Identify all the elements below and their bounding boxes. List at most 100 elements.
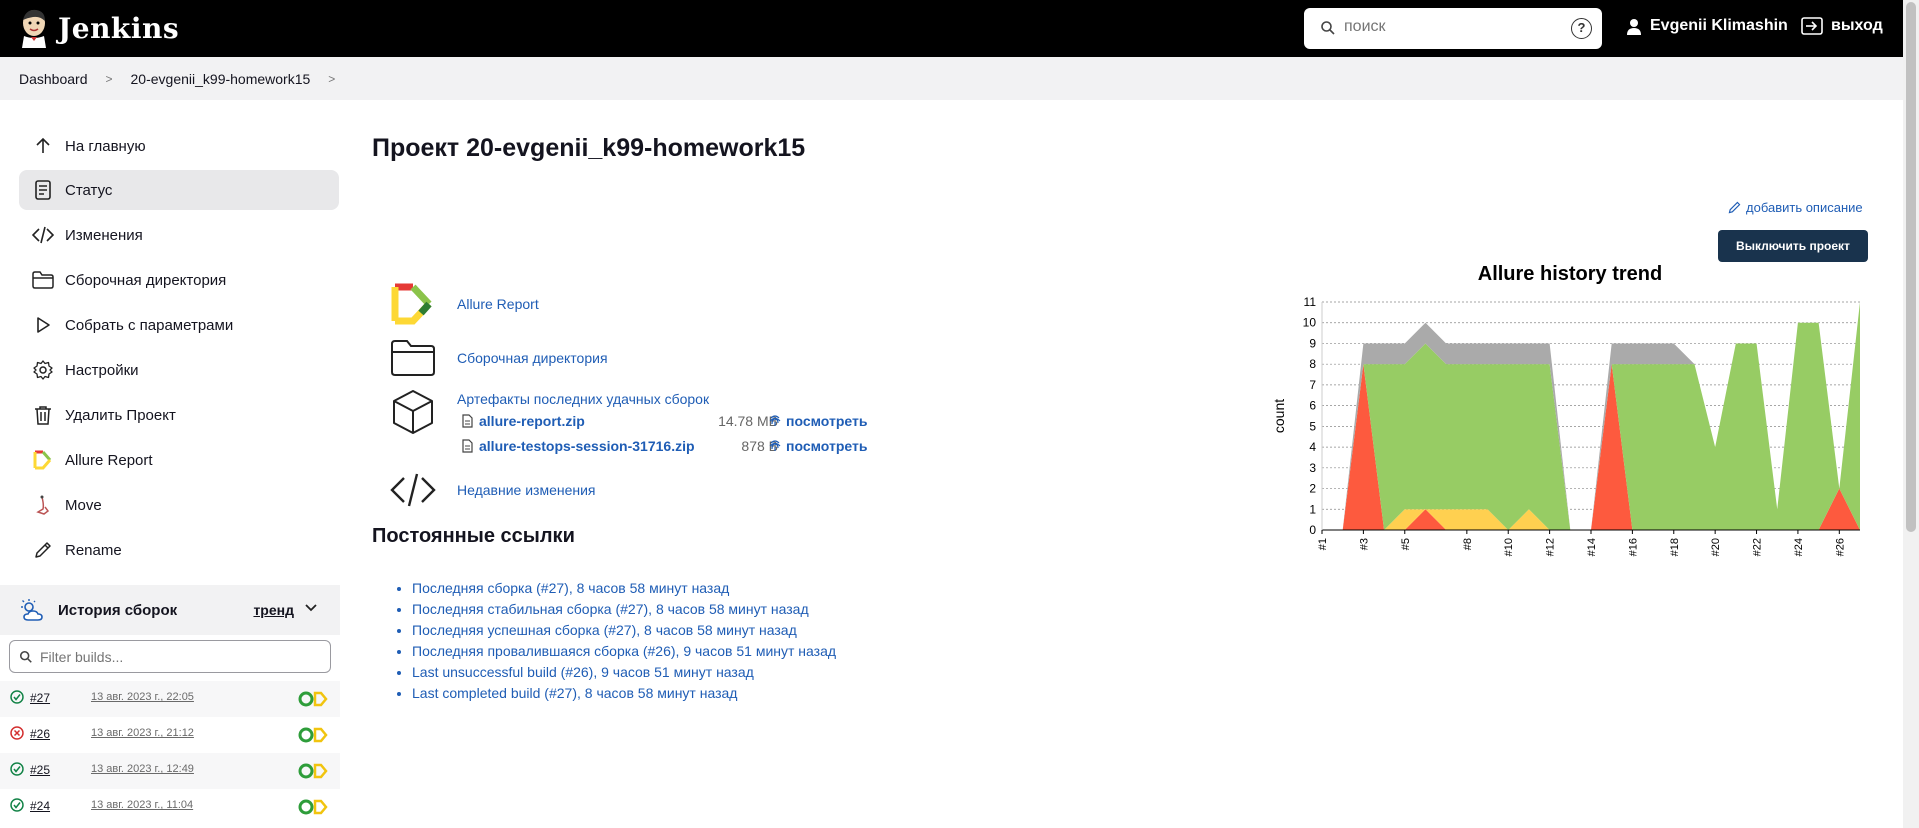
- permalink-item[interactable]: Последняя успешная сборка (#27), 8 часов…: [412, 622, 836, 643]
- search-input[interactable]: [1344, 18, 1564, 36]
- chevron-down-icon[interactable]: [304, 603, 318, 613]
- help-icon[interactable]: ?: [1571, 18, 1592, 39]
- play-icon: [31, 313, 55, 337]
- sidebar-item-label: Настройки: [65, 361, 139, 379]
- chart-x-tick-label: #20: [1710, 538, 1722, 556]
- build-date[interactable]: 13 авг. 2023 г., 11:04: [91, 799, 193, 811]
- trend-link[interactable]: тренд: [253, 602, 294, 618]
- failed-icon: [10, 726, 24, 740]
- sidebar-item-rename[interactable]: Rename: [19, 530, 339, 570]
- sidebar-item-status[interactable]: Статус: [19, 170, 339, 210]
- artifact-row: allure-testops-session-31716.zip 878 B п…: [462, 438, 882, 458]
- artifacts-link[interactable]: Артефакты последних удачных сборок: [457, 391, 709, 407]
- code-icon: [389, 466, 437, 514]
- permalink-item[interactable]: Последняя провалившаяся сборка (#26), 9 …: [412, 643, 836, 664]
- allure-report-link-row: Allure Report: [389, 280, 539, 328]
- artifact-view-link[interactable]: посмотреть: [786, 413, 867, 429]
- chart-y-tick-label: 11: [1304, 295, 1317, 309]
- sidebar-item-changes[interactable]: Изменения: [19, 215, 339, 255]
- sidebar-item-label: На главную: [65, 137, 146, 155]
- sidebar-item-label: Статус: [65, 181, 113, 199]
- permalink-item[interactable]: Последняя сборка (#27), 8 часов 58 минут…: [412, 580, 836, 601]
- chart-y-tick-label: 2: [1309, 482, 1316, 496]
- build-history-header: История сборок тренд: [0, 585, 340, 635]
- success-icon: [10, 798, 24, 812]
- build-date[interactable]: 13 авг. 2023 г., 21:12: [91, 727, 194, 739]
- logout-icon: [1801, 17, 1823, 35]
- search-icon: [19, 650, 32, 663]
- allure-badge-icon[interactable]: [298, 763, 328, 779]
- page-title: Проект 20-evgenii_k99-homework15: [372, 134, 806, 162]
- sidebar-item-move[interactable]: Move: [19, 485, 339, 525]
- artifact-view-link[interactable]: посмотреть: [786, 438, 867, 454]
- allure-badge-icon[interactable]: [298, 691, 328, 707]
- recent-changes-row: Недавние изменения: [389, 466, 596, 514]
- build-date[interactable]: 13 авг. 2023 г., 22:05: [91, 691, 194, 703]
- workspace-link[interactable]: Сборочная директория: [457, 350, 608, 366]
- search-icon: [1321, 21, 1335, 35]
- allure-history-trend-chart[interactable]: Allure history trend count 0 1 2 3 4 5 6 7 8 9 10 11 #…: [1270, 258, 1870, 558]
- breadcrumb: Dashboard > 20-evgenii_k99-homework15 >: [0, 57, 1903, 100]
- allure-icon: [31, 448, 55, 472]
- user-menu[interactable]: Evgenii Klimashin: [1626, 17, 1788, 35]
- recent-changes-link[interactable]: Недавние изменения: [457, 482, 596, 498]
- artifact-size: 878 B: [741, 438, 778, 454]
- sidebar-item-workspace[interactable]: Сборочная директория: [19, 260, 339, 300]
- chart-y-tick-label: 10: [1303, 316, 1317, 330]
- chart-x-tick-label: #24: [1793, 538, 1805, 556]
- breadcrumb-project[interactable]: 20-evgenii_k99-homework15: [131, 71, 311, 87]
- permalink-item[interactable]: Last completed build (#27), 8 часов 58 м…: [412, 685, 836, 706]
- user-icon: [1627, 18, 1641, 35]
- build-number[interactable]: #25: [30, 763, 50, 777]
- fingerprint-icon[interactable]: [768, 438, 782, 453]
- fingerprint-icon[interactable]: [768, 413, 782, 428]
- pencil-icon: [31, 538, 55, 562]
- allure-report-link[interactable]: Allure Report: [457, 296, 539, 312]
- add-description-link[interactable]: добавить описание: [1728, 200, 1863, 215]
- chart-y-tick-label: 9: [1309, 336, 1316, 350]
- artifact-row: allure-report.zip 14.78 MB посмотреть: [462, 413, 882, 433]
- build-date[interactable]: 13 авг. 2023 г., 12:49: [91, 763, 194, 775]
- sidebar-item-build-with-params[interactable]: Собрать с параметрами: [19, 305, 339, 345]
- permalinks-title: Постоянные ссылки: [372, 525, 575, 547]
- build-row[interactable]: #25 13 авг. 2023 г., 12:49: [0, 753, 340, 789]
- build-row[interactable]: #27 13 авг. 2023 г., 22:05: [0, 681, 340, 717]
- logout-label: выход: [1831, 17, 1883, 34]
- weather-icon: [21, 599, 43, 621]
- artifact-name[interactable]: allure-report.zip: [479, 413, 585, 429]
- build-number[interactable]: #26: [30, 727, 50, 741]
- filter-builds-input[interactable]: [40, 648, 320, 665]
- breadcrumb-chevron-icon[interactable]: >: [106, 72, 113, 86]
- sidebar-item-delete-project[interactable]: Удалить Проект: [19, 395, 339, 435]
- breadcrumb-chevron-icon[interactable]: >: [328, 72, 335, 86]
- chart-x-tick-label: #8: [1462, 538, 1474, 550]
- chart-y-tick-label: 5: [1309, 419, 1316, 433]
- allure-logo-icon: [389, 280, 437, 328]
- breadcrumb-dashboard[interactable]: Dashboard: [19, 71, 88, 87]
- sidebar-item-label: Move: [65, 496, 102, 514]
- build-number[interactable]: #24: [30, 799, 50, 813]
- permalink-item[interactable]: Последняя стабильная сборка (#27), 8 час…: [412, 601, 836, 622]
- chart-x-tick-label: #10: [1503, 538, 1515, 556]
- build-history-title: История сборок: [58, 601, 178, 619]
- sidebar-item-settings[interactable]: Настройки: [19, 350, 339, 390]
- logout-link[interactable]: выход: [1801, 17, 1883, 35]
- permalinks-list: Последняя сборка (#27), 8 часов 58 минут…: [412, 580, 836, 706]
- build-number[interactable]: #27: [30, 691, 50, 705]
- permalink-item[interactable]: Last unsuccessful build (#26), 9 часов 5…: [412, 664, 836, 685]
- scrollbar-thumb[interactable]: [1906, 2, 1916, 532]
- jenkins-logo[interactable]: Jenkins: [18, 8, 179, 48]
- folder-icon: [31, 268, 55, 292]
- build-row[interactable]: #26 13 авг. 2023 г., 21:12: [0, 717, 340, 753]
- sidebar-item-label: Allure Report: [65, 451, 153, 469]
- build-row[interactable]: #24 13 авг. 2023 г., 11:04: [0, 789, 340, 825]
- page-scrollbar[interactable]: [1903, 0, 1919, 828]
- chart-y-tick-label: 7: [1309, 378, 1316, 392]
- sidebar-item-home[interactable]: На главную: [19, 126, 339, 166]
- chart-x-tick-label: #16: [1627, 538, 1639, 556]
- sidebar-item-allure-report[interactable]: Allure Report: [19, 440, 339, 480]
- artifact-name[interactable]: allure-testops-session-31716.zip: [479, 438, 695, 454]
- sidebar-item-label: Собрать с параметрами: [65, 316, 234, 334]
- allure-badge-icon[interactable]: [298, 727, 328, 743]
- allure-badge-icon[interactable]: [298, 799, 328, 815]
